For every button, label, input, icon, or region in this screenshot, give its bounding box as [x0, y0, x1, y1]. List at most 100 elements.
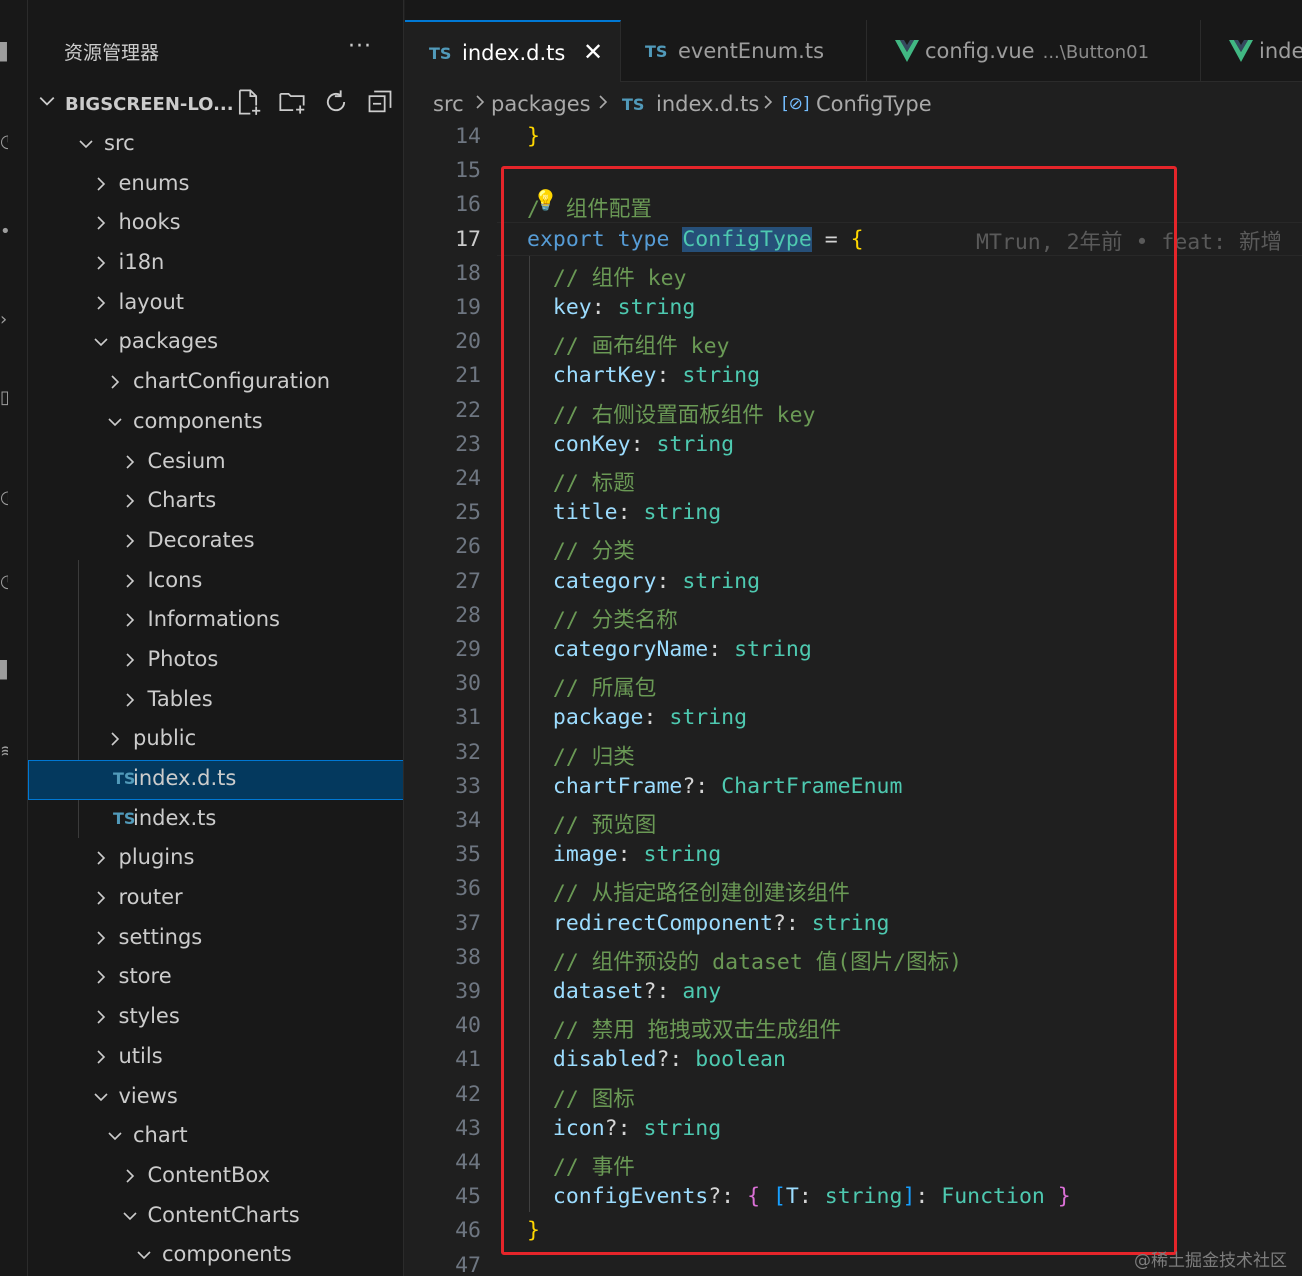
activity-bar: ▌ ◔ • › ▯ ◑ ◔ ▌ ≋ — [0, 0, 28, 1276]
tree-folder-store[interactable]: store — [28, 958, 403, 998]
tab-eventenum-ts[interactable]: TS eventEnum.ts — [621, 20, 867, 82]
tree-folder-settings[interactable]: settings — [28, 919, 403, 959]
tree-folder-utils[interactable]: utils — [28, 1038, 403, 1078]
new-folder-icon[interactable] — [278, 88, 306, 116]
tab-index-vue[interactable]: inde — [1201, 20, 1302, 82]
chevron-right-icon — [96, 931, 105, 945]
tab-index-d-ts[interactable]: TS index.d.ts ✕ — [405, 20, 621, 82]
tree-folder-components[interactable]: components — [28, 1236, 403, 1276]
line-number: 16 — [455, 192, 481, 218]
tree-folder-views[interactable]: views — [28, 1078, 403, 1118]
chevron-right-icon — [96, 177, 105, 191]
chevron-right-icon — [599, 95, 608, 109]
typescript-file-icon: TS — [622, 95, 645, 114]
explorer-sidebar: 资源管理器 ··· BIGSCREEN-LO... src enums hooks i… — [28, 0, 404, 1276]
chevron-right-icon — [125, 693, 134, 707]
tree-item-label: plugins — [118, 845, 195, 870]
tree-folder-ContentCharts[interactable]: ContentCharts — [28, 1197, 403, 1237]
annotation-highlight-box — [501, 166, 1177, 1255]
explorer-activity-icon[interactable]: ▌ — [0, 42, 8, 62]
chevron-down-icon — [108, 1132, 122, 1141]
chevron-right-icon — [764, 95, 773, 109]
tree-folder-Decorates[interactable]: Decorates — [28, 522, 403, 562]
tree-item-label: Charts — [147, 488, 217, 513]
line-number: 46 — [455, 1218, 481, 1244]
chevron-right-icon — [125, 494, 134, 508]
tree-folder-Cesium[interactable]: Cesium — [28, 443, 403, 483]
breadcrumb-symbol[interactable]: ConfigType — [816, 92, 932, 116]
tree-folder-styles[interactable]: styles — [28, 998, 403, 1038]
refresh-icon[interactable] — [322, 88, 350, 116]
tree-item-label: Cesium — [147, 448, 226, 473]
remote-activity-icon[interactable]: ◔ — [0, 572, 8, 592]
extensions-activity-icon[interactable]: ▯ — [0, 388, 8, 408]
debug-activity-icon[interactable]: › — [0, 310, 8, 330]
tree-file-index-d-ts[interactable]: TS index.d.ts — [28, 760, 403, 800]
breadcrumb-packages[interactable]: packages — [491, 92, 591, 116]
line-number: 23 — [455, 431, 481, 457]
tab-label: index.d.ts — [462, 41, 566, 65]
chevron-down-icon — [137, 1251, 151, 1260]
tree-file-index-ts[interactable]: TS index.ts — [28, 800, 403, 840]
chevron-right-icon — [111, 732, 120, 746]
tree-folder-Tables[interactable]: Tables — [28, 681, 403, 721]
line-number: 27 — [455, 568, 481, 594]
tree-item-label: index.ts — [133, 805, 217, 830]
line-number: 43 — [455, 1115, 481, 1141]
tree-folder-router[interactable]: router — [28, 879, 403, 919]
tree-folder-layout[interactable]: layout — [28, 284, 403, 324]
tree-item-label: packages — [118, 329, 219, 354]
tree-folder-chartConfiguration[interactable]: chartConfiguration — [28, 363, 403, 403]
chevron-down-icon — [93, 1092, 108, 1101]
line-number: 34 — [455, 808, 481, 833]
breadcrumb-src[interactable]: src — [433, 92, 464, 116]
chevron-right-icon — [476, 95, 485, 109]
file-tree: src enums hooks i18n layout packages chartConf… — [28, 125, 403, 1276]
line-number: 14 — [455, 126, 481, 149]
line-number: 38 — [455, 944, 481, 970]
tree-folder-Icons[interactable]: Icons — [28, 562, 403, 602]
tab-config-vue[interactable]: config.vue ...\Button01 — [867, 20, 1201, 82]
line-number: 28 — [455, 602, 481, 628]
search-activity-icon[interactable]: ◔ — [0, 132, 8, 152]
tree-folder-hooks[interactable]: hooks — [28, 204, 403, 244]
line-number: 18 — [455, 260, 481, 286]
chevron-right-icon — [125, 613, 134, 627]
workspace-root-header[interactable]: BIGSCREEN-LO... — [28, 84, 403, 124]
tree-folder-Photos[interactable]: Photos — [28, 641, 403, 681]
close-tab-icon[interactable]: ✕ — [583, 38, 603, 66]
tree-item-label: styles — [118, 1004, 180, 1029]
breadcrumb-file[interactable]: index.d.ts — [656, 92, 759, 116]
line-number: 37 — [455, 910, 481, 936]
collapse-all-icon[interactable] — [366, 88, 394, 116]
tree-folder-Charts[interactable]: Charts — [28, 482, 403, 522]
tree-item-label: router — [118, 885, 183, 910]
tree-item-label: components — [133, 408, 263, 433]
tree-folder-enums[interactable]: enums — [28, 165, 403, 205]
code-line: } — [527, 126, 540, 149]
panel-activity-icon[interactable]: ▌ — [0, 660, 8, 680]
line-number: 20 — [455, 329, 481, 355]
tree-item-label: public — [133, 726, 197, 751]
chevron-down-icon — [79, 140, 93, 149]
more-actions-button[interactable]: ··· — [348, 34, 372, 59]
chevron-down-icon — [93, 338, 108, 347]
account-activity-icon[interactable]: ◑ — [0, 488, 8, 508]
scm-activity-icon[interactable]: • — [0, 222, 8, 242]
chevron-right-icon — [96, 970, 105, 985]
vue-file-icon — [895, 40, 919, 62]
tree-folder-components[interactable]: components — [28, 403, 403, 443]
tree-folder-src[interactable]: src — [28, 125, 403, 165]
tree-folder-chart[interactable]: chart — [28, 1117, 403, 1157]
tree-folder-plugins[interactable]: plugins — [28, 839, 403, 879]
tree-folder-packages[interactable]: packages — [28, 323, 403, 363]
editor-tab-bar: TS index.d.ts ✕ TS eventEnum.ts config.v… — [405, 0, 1302, 82]
line-number: 15 — [455, 158, 481, 184]
tree-activity-icon[interactable]: ≋ — [0, 742, 8, 762]
tree-folder-ContentBox[interactable]: ContentBox — [28, 1157, 403, 1197]
new-file-icon[interactable] — [234, 88, 262, 116]
tree-folder-Informations[interactable]: Informations — [28, 601, 403, 641]
tree-folder-i18n[interactable]: i18n — [28, 244, 403, 284]
tree-folder-public[interactable]: public — [28, 720, 403, 760]
line-number: 42 — [455, 1081, 481, 1107]
